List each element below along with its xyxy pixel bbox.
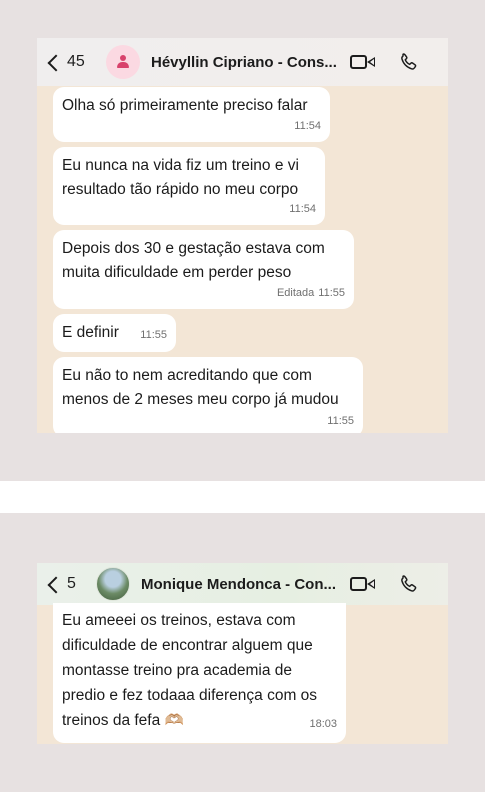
contact-name[interactable]: Monique Mendonca - Con... (141, 576, 336, 593)
back-button[interactable]: 5 (47, 574, 76, 594)
message-bubble[interactable]: Olha só primeiramente preciso falar 11:5… (53, 87, 330, 142)
message-time: 11:55 (140, 329, 167, 341)
message-text: Eu ameeei os treinos, estava com dificul… (62, 612, 318, 729)
message-text: Olha só primeiramente preciso falar (62, 97, 308, 114)
unread-count: 5 (67, 575, 76, 592)
contact-name[interactable]: Hévyllin Cipriano - Cons... (151, 54, 337, 71)
message-bubble[interactable]: Eu não to nem acreditando que com menos … (53, 357, 363, 433)
message-time: 11:54 (289, 203, 316, 215)
video-call-icon[interactable] (350, 576, 376, 592)
message-bubble[interactable]: Eu nunca na vida fiz um treino e vi resu… (53, 147, 325, 225)
chevron-left-icon (47, 574, 59, 594)
chat-screenshot-1: 45 Hévyllin Cipriano - Cons... Olha só p… (37, 38, 448, 433)
message-time: 11:55 (327, 415, 354, 427)
chat-screenshot-2: 5 Monique Mendonca - Con... Eu ameeei os… (37, 563, 448, 744)
separator-band (0, 481, 485, 513)
message-time: 18:03 (309, 718, 337, 730)
message-time: 11:55 (318, 287, 345, 299)
chat-header: 5 Monique Mendonca - Con... (37, 563, 448, 605)
message-bubble[interactable]: Depois dos 30 e gestação estava com muit… (53, 230, 354, 309)
message-text: Eu nunca na vida fiz um treino e vi resu… (62, 157, 299, 198)
message-meta: Editada 11:55 (277, 281, 345, 305)
edited-label: Editada (276, 287, 315, 299)
chevron-left-icon (47, 52, 59, 72)
message-bubble[interactable]: E definir 11:55 (53, 314, 176, 352)
person-icon (116, 55, 130, 69)
video-call-icon[interactable] (350, 54, 376, 70)
message-time: 11:54 (294, 120, 321, 132)
unread-count: 45 (67, 53, 85, 70)
chat-header: 45 Hévyllin Cipriano - Cons... (37, 38, 448, 86)
message-bubble[interactable]: Eu ameeei os treinos, estava com dificul… (53, 603, 346, 743)
message-text: Depois dos 30 e gestação estava com muit… (62, 240, 325, 281)
phone-icon[interactable] (397, 573, 419, 595)
contact-avatar[interactable] (106, 45, 140, 79)
back-button[interactable]: 45 (47, 52, 85, 72)
contact-avatar[interactable] (96, 567, 130, 601)
phone-icon[interactable] (397, 51, 419, 73)
message-text: Eu não to nem acreditando que com menos … (62, 367, 339, 408)
